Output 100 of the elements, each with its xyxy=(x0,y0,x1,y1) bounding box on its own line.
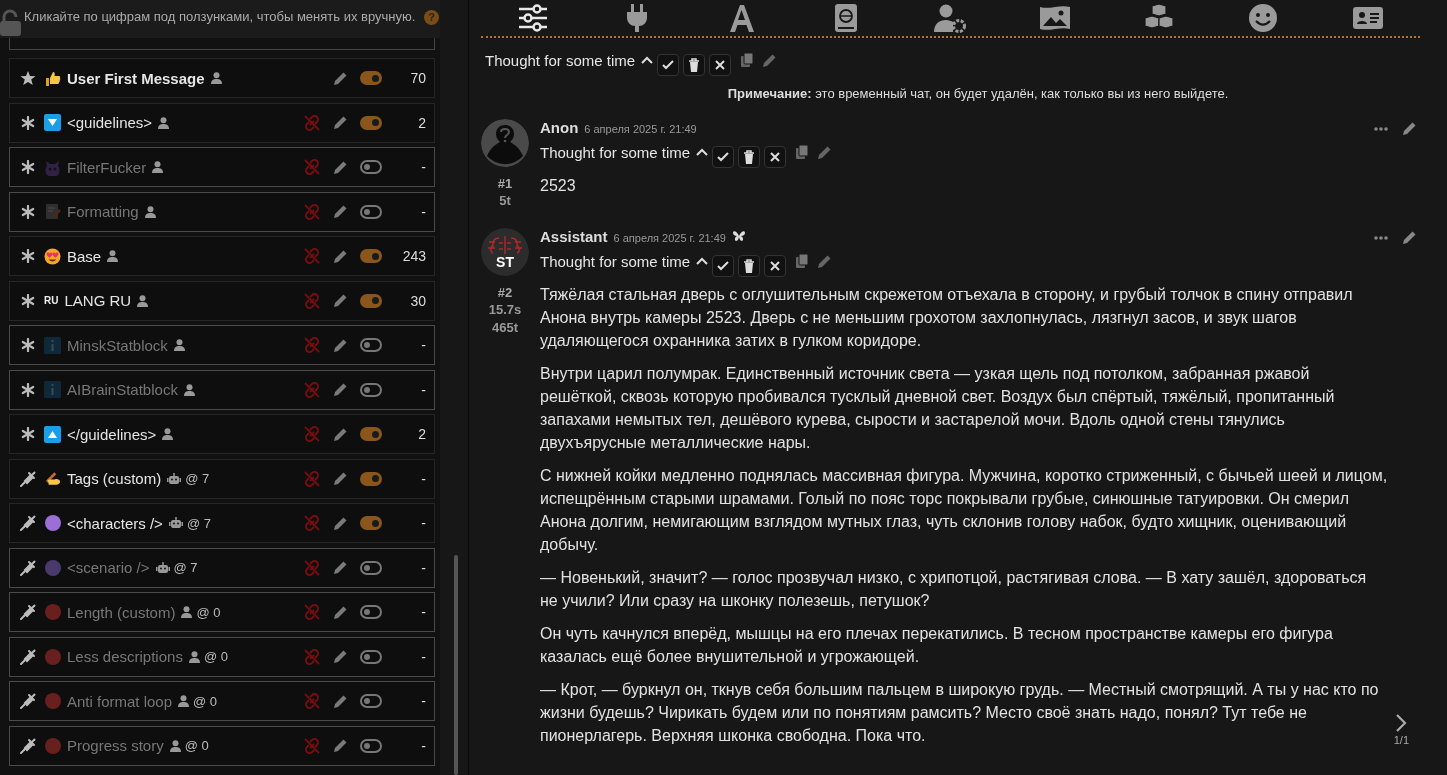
scrollbar[interactable] xyxy=(454,555,458,775)
user-gear-icon[interactable] xyxy=(934,3,967,33)
edit-icon[interactable] xyxy=(333,248,348,264)
toggle-switch[interactable] xyxy=(360,71,382,85)
syringe-icon xyxy=(20,470,36,487)
entry-row[interactable]: Progress story @ 0 - xyxy=(9,725,435,766)
entry-row[interactable]: AIBrainStatblock - xyxy=(9,369,435,410)
pencil-icon[interactable] xyxy=(762,52,778,68)
entry-row[interactable]: Base 243 xyxy=(9,236,435,276)
token-count[interactable]: - xyxy=(388,648,426,665)
avatar[interactable]: ST xyxy=(481,228,529,276)
edit-icon[interactable] xyxy=(333,738,348,753)
toggle-switch[interactable] xyxy=(360,427,382,441)
token-count[interactable]: - xyxy=(388,559,426,576)
copy-icon[interactable] xyxy=(741,53,755,67)
token-count[interactable]: - xyxy=(388,470,426,487)
edit-icon[interactable] xyxy=(333,337,348,353)
user-icon xyxy=(158,116,170,129)
confirm-button[interactable] xyxy=(712,146,735,168)
toggle-switch[interactable] xyxy=(360,382,382,397)
confirm-button[interactable] xyxy=(657,54,680,76)
edit-icon[interactable] xyxy=(333,560,348,575)
token-count[interactable]: - xyxy=(388,159,426,175)
token-count[interactable]: 243 xyxy=(388,248,426,264)
edit-icon[interactable] xyxy=(333,159,348,175)
toggle-switch[interactable] xyxy=(360,115,382,130)
pencil-icon[interactable] xyxy=(1402,230,1417,245)
message-date: 6 апреля 2025 г. 21:49 xyxy=(613,232,726,244)
toggle-switch[interactable] xyxy=(360,649,382,664)
toggle-switch[interactable] xyxy=(360,560,382,575)
smiley-icon[interactable] xyxy=(1247,3,1280,33)
edit-icon[interactable] xyxy=(333,204,348,219)
token-count[interactable]: - xyxy=(388,337,426,353)
entry-row[interactable]: <scenario /> @ 7 - xyxy=(9,547,435,588)
entry-row[interactable]: RU LANG RU 30 xyxy=(9,280,435,321)
depth-label: @ 7 xyxy=(185,471,210,486)
copy-icon[interactable] xyxy=(796,254,810,268)
reasoning-toggle[interactable]: Thought for some time xyxy=(540,143,691,161)
asterisk-icon xyxy=(21,115,35,130)
cancel-button[interactable] xyxy=(764,255,787,277)
edit-icon[interactable] xyxy=(333,693,348,709)
entry-row[interactable]: Tags (custom) @ 7 - xyxy=(9,458,435,499)
token-count[interactable]: - xyxy=(388,693,426,709)
toggle-switch[interactable] xyxy=(360,605,382,619)
entry-row[interactable]: <characters /> @ 7 - xyxy=(9,503,435,543)
edit-icon[interactable] xyxy=(333,115,348,130)
token-count[interactable]: 2 xyxy=(388,426,426,442)
toggle-switch[interactable] xyxy=(360,160,382,174)
entry-title: Progress story xyxy=(67,737,164,754)
more-options-icon[interactable] xyxy=(1374,235,1388,240)
pencil-icon[interactable] xyxy=(817,253,833,269)
toggle-switch[interactable] xyxy=(360,249,382,263)
token-count[interactable]: 2 xyxy=(388,114,426,131)
edit-icon[interactable] xyxy=(333,70,348,86)
edit-icon[interactable] xyxy=(333,604,348,620)
toggle-switch[interactable] xyxy=(360,694,382,708)
sliders-icon[interactable] xyxy=(517,3,550,33)
entry-row[interactable]: Anti format loop @ 0 - xyxy=(9,681,435,721)
token-count[interactable]: 70 xyxy=(388,70,426,86)
chevron-right-icon[interactable] xyxy=(1395,714,1408,732)
token-count[interactable]: - xyxy=(388,737,426,754)
reasoning-toggle[interactable]: Thought for some time xyxy=(485,51,636,69)
info-icon xyxy=(44,381,61,398)
cancel-button[interactable] xyxy=(764,146,787,168)
delete-button[interactable] xyxy=(738,146,761,168)
edit-icon[interactable] xyxy=(333,471,348,486)
edit-icon[interactable] xyxy=(333,382,348,397)
reasoning-toggle[interactable]: Thought for some time xyxy=(540,252,691,270)
token-count[interactable]: - xyxy=(388,203,426,220)
confirm-button[interactable] xyxy=(712,255,735,277)
toggle-switch[interactable] xyxy=(360,738,382,753)
delete-button[interactable] xyxy=(683,54,706,76)
cancel-button[interactable] xyxy=(709,54,732,76)
token-count[interactable]: - xyxy=(388,381,426,398)
toggle-switch[interactable] xyxy=(360,204,382,219)
entry-row[interactable]: FilterFucker - xyxy=(9,147,435,187)
edit-icon[interactable] xyxy=(333,293,348,308)
entry-row[interactable]: User First Message 70 xyxy=(9,58,435,98)
image-icon[interactable] xyxy=(1038,3,1071,33)
more-options-icon[interactable] xyxy=(1374,126,1388,131)
toggle-switch[interactable] xyxy=(360,293,382,308)
pencil-icon[interactable] xyxy=(1402,121,1417,136)
edit-icon[interactable] xyxy=(333,649,348,664)
entry-row[interactable]: </guidelines> 2 xyxy=(9,414,435,454)
edit-icon[interactable] xyxy=(333,426,348,442)
toggle-switch[interactable] xyxy=(360,471,382,486)
edit-icon[interactable] xyxy=(333,515,348,531)
token-count[interactable]: - xyxy=(388,604,426,620)
entry-row[interactable]: <guidelines> 2 xyxy=(9,102,435,143)
entry-row[interactable]: MinskStatblock - xyxy=(9,325,435,365)
entry-row[interactable]: Less descriptions @ 0 - xyxy=(9,636,435,677)
entry-row[interactable]: Formatting - xyxy=(9,191,435,232)
entry-row[interactable]: Length (custom) @ 0 - xyxy=(9,592,435,632)
toggle-switch[interactable] xyxy=(360,338,382,352)
delete-button[interactable] xyxy=(738,255,761,277)
token-count[interactable]: - xyxy=(388,515,426,531)
pencil-icon[interactable] xyxy=(817,144,833,160)
copy-icon[interactable] xyxy=(796,145,810,159)
toggle-switch[interactable] xyxy=(360,516,382,530)
token-count[interactable]: 30 xyxy=(388,292,426,309)
